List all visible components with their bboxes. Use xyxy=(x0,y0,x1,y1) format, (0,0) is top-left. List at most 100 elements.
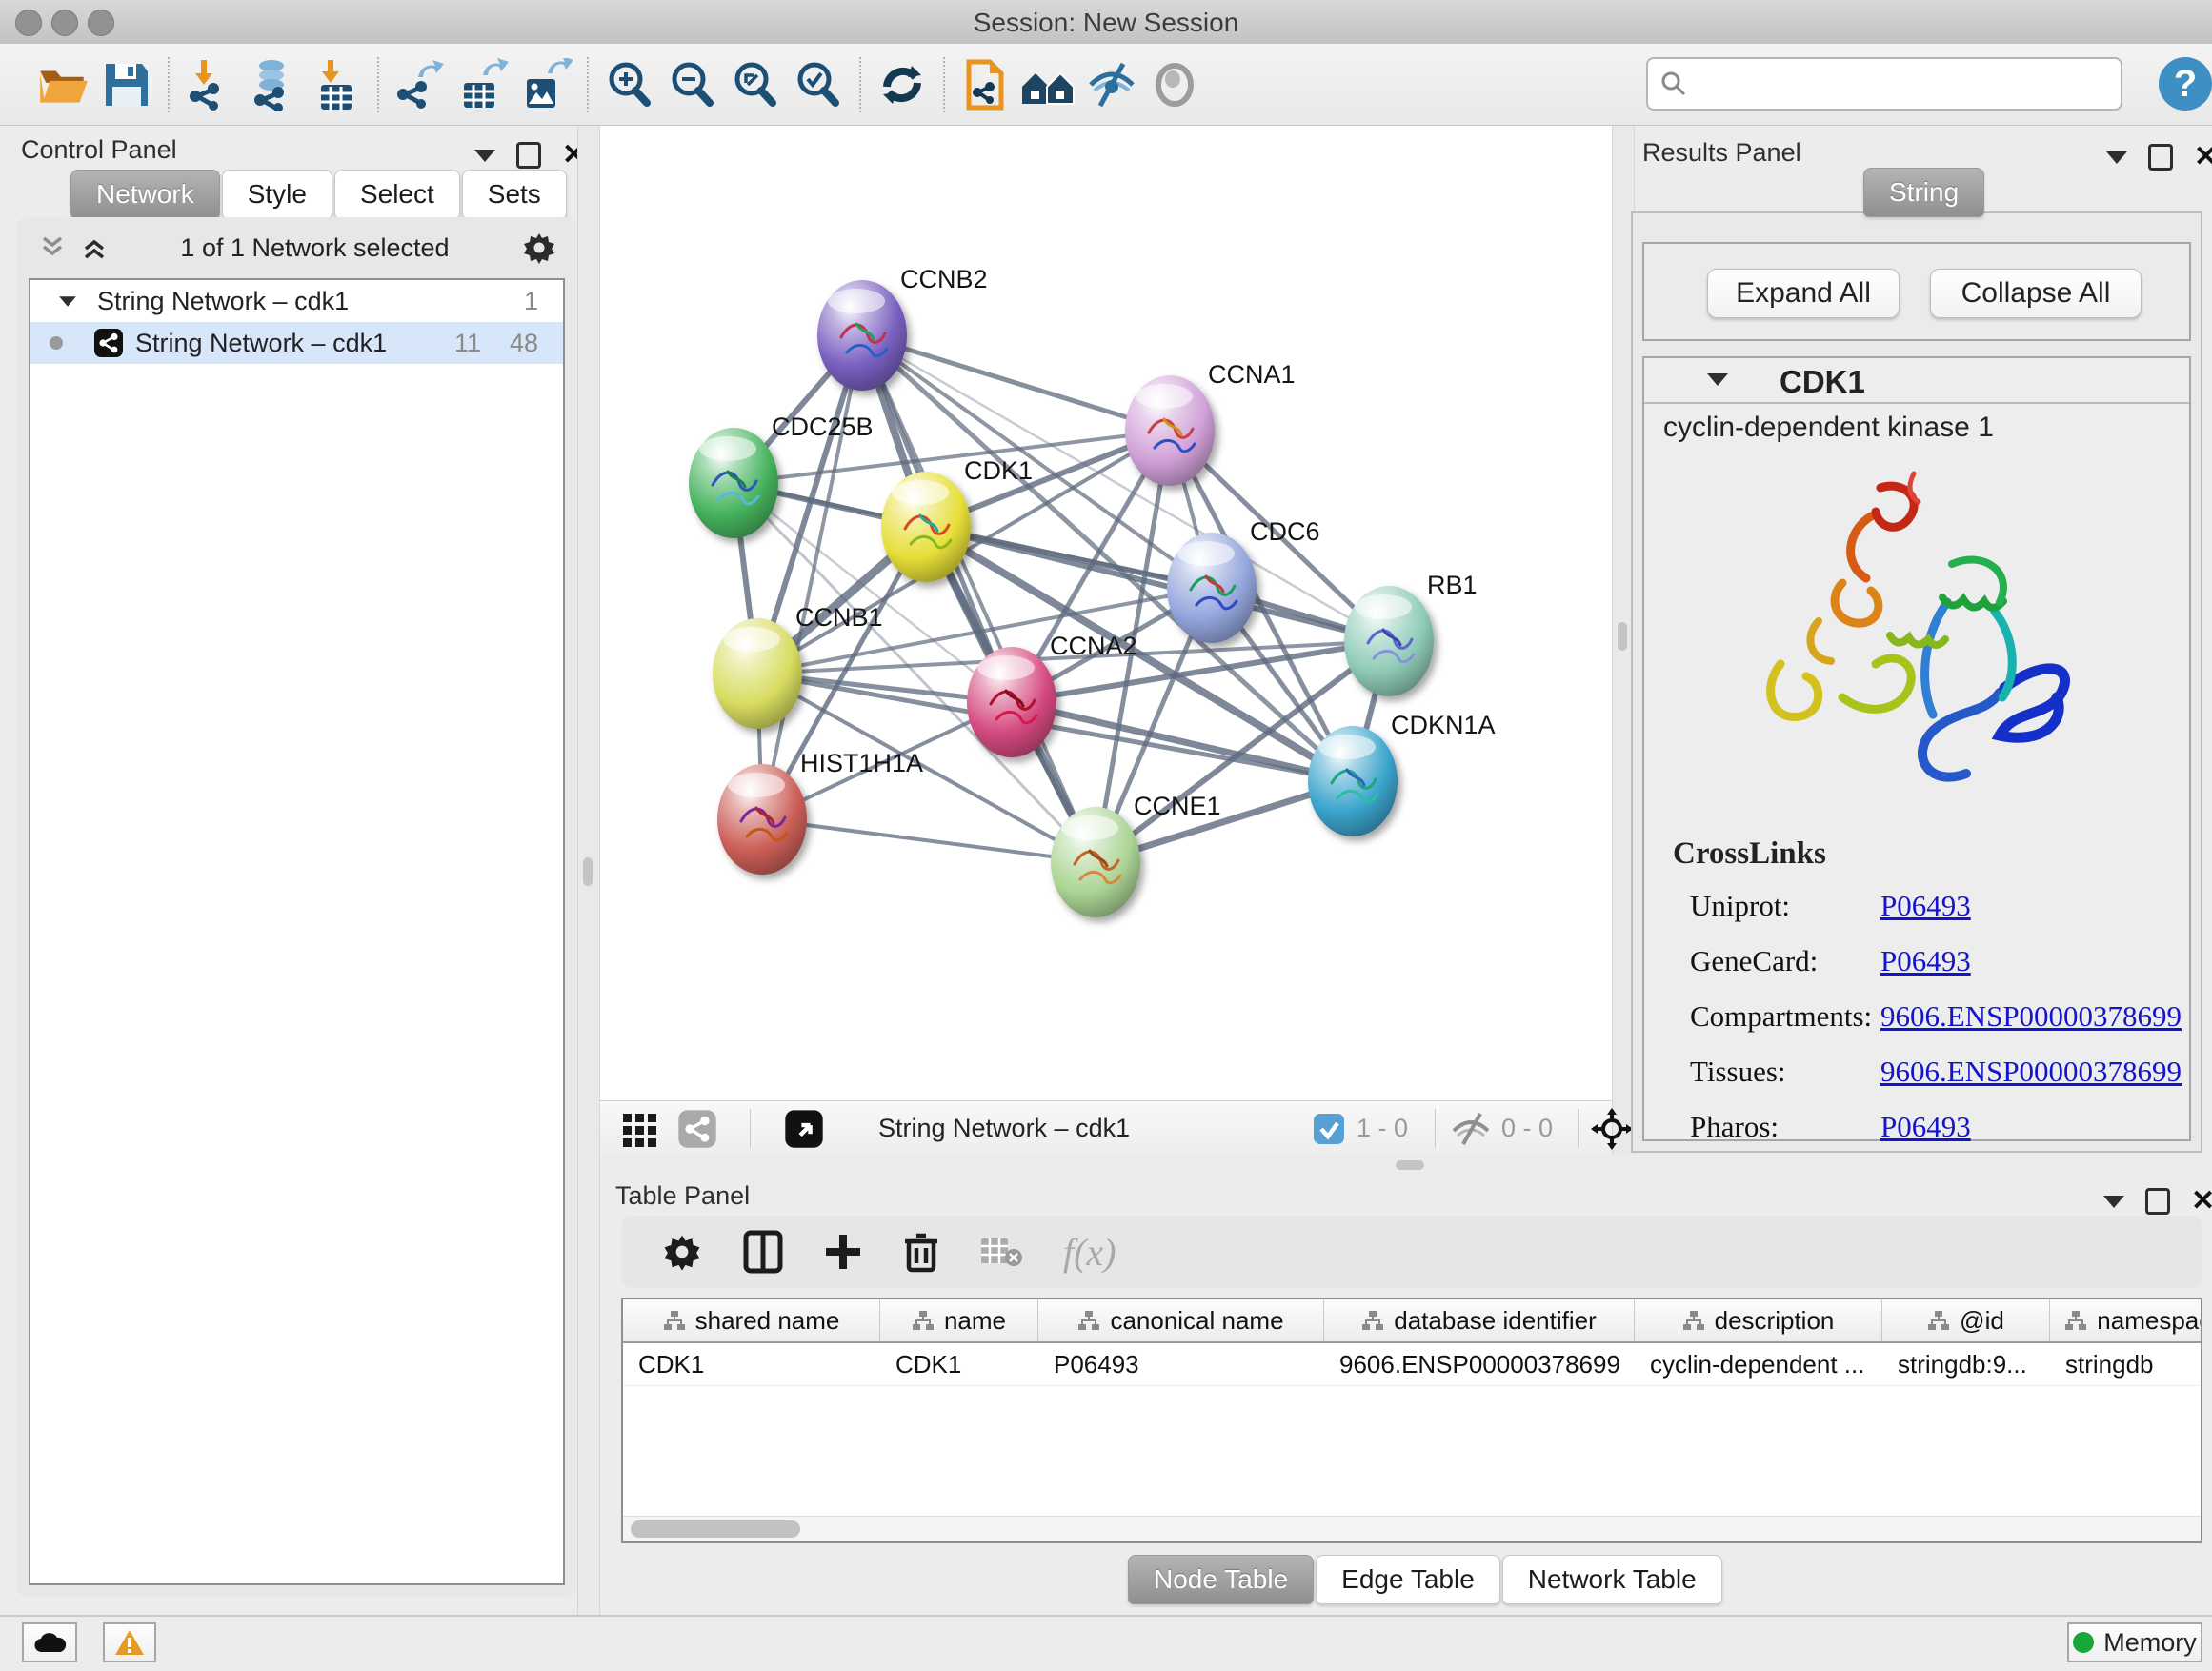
hide-selected-button[interactable] xyxy=(1080,53,1143,116)
network-row-selected[interactable]: String Network – cdk1 11 48 xyxy=(30,322,563,364)
gear-icon[interactable] xyxy=(521,230,557,266)
birdseye-view-icon[interactable] xyxy=(784,1109,824,1149)
search-input[interactable] xyxy=(1688,62,2121,106)
table-cell[interactable]: P06493 xyxy=(1038,1343,1324,1385)
export-table-button[interactable] xyxy=(452,53,514,116)
edge-CCNB2-HIST1H1A[interactable] xyxy=(762,335,862,819)
export-network-button[interactable] xyxy=(389,53,452,116)
zoom-out-button[interactable] xyxy=(661,53,724,116)
crosslink-link[interactable]: 9606.ENSP00000378699 xyxy=(1880,999,2182,1034)
zoom-selected-button[interactable] xyxy=(787,53,850,116)
crosslink-link[interactable]: P06493 xyxy=(1880,944,1971,978)
string-view-icon[interactable] xyxy=(677,1109,717,1149)
cloud-status-button[interactable] xyxy=(22,1622,77,1662)
export-image-button[interactable] xyxy=(514,53,577,116)
network-collection-row[interactable]: String Network – cdk1 1 xyxy=(30,280,563,322)
selected-count: 1 - 0 xyxy=(1357,1114,1408,1143)
node-CDC6[interactable]: CDC6 xyxy=(1167,517,1320,643)
collection-name: String Network – cdk1 xyxy=(97,287,349,316)
zoom-selected-icon xyxy=(792,58,845,111)
column-header-canonical-name[interactable]: canonical name xyxy=(1038,1299,1324,1341)
memory-button[interactable]: Memory xyxy=(2067,1622,2202,1662)
column-label: description xyxy=(1715,1306,1835,1336)
collapse-all-button[interactable]: Collapse All xyxy=(1930,269,2142,318)
float-panel-icon[interactable] xyxy=(2148,144,2173,171)
node-CCNE1[interactable]: CCNE1 xyxy=(1051,792,1221,917)
delete-column-icon[interactable] xyxy=(903,1230,939,1274)
help-button[interactable]: ? xyxy=(2159,57,2212,111)
edge-CCNB2-CCNA1[interactable] xyxy=(862,335,1170,431)
bottom-splitter-handle[interactable] xyxy=(1396,1160,1424,1170)
home-networks-button[interactable] xyxy=(1017,53,1080,116)
close-panel-icon[interactable]: ✕ xyxy=(2191,1187,2212,1216)
selected-checkbox-icon[interactable] xyxy=(1313,1113,1345,1145)
add-column-icon[interactable] xyxy=(823,1232,863,1272)
left-splitter-handle[interactable] xyxy=(583,857,593,886)
edge-CCNE1-HIST1H1A[interactable] xyxy=(762,819,1096,862)
tree-expander-icon[interactable] xyxy=(59,296,76,306)
node-CCNB1[interactable]: CCNB1 xyxy=(713,603,883,729)
close-panel-icon[interactable]: ✕ xyxy=(2194,143,2212,171)
show-hidden-button[interactable] xyxy=(1143,53,1206,116)
protein-description: cyclin-dependent kinase 1 xyxy=(1644,402,2189,450)
node-CDKN1A[interactable]: CDKN1A xyxy=(1308,711,1496,836)
table-cell[interactable]: CDK1 xyxy=(880,1343,1038,1385)
float-panel-icon[interactable] xyxy=(2145,1188,2170,1215)
select-columns-icon[interactable] xyxy=(743,1230,783,1274)
network-canvas[interactable]: CCNB2CCNA1CDC25BCDK1CDC6RB1CCNB1CCNA2CDK… xyxy=(600,126,1612,1100)
tab-network[interactable]: Network xyxy=(70,170,220,219)
tab-edge-table[interactable]: Edge Table xyxy=(1316,1555,1500,1604)
table-cell[interactable]: 9606.ENSP00000378699 xyxy=(1324,1343,1635,1385)
save-session-button[interactable] xyxy=(95,53,158,116)
node-label-CCNB2: CCNB2 xyxy=(900,265,988,293)
column-header-shared-name[interactable]: shared name xyxy=(623,1299,880,1341)
column-header-@id[interactable]: @id xyxy=(1882,1299,2050,1341)
tab-select[interactable]: Select xyxy=(334,170,460,219)
tab-sets[interactable]: Sets xyxy=(462,170,567,219)
panel-menu-icon[interactable] xyxy=(2106,151,2127,164)
table-cell[interactable]: CDK1 xyxy=(623,1343,880,1385)
refresh-button[interactable] xyxy=(871,53,934,116)
collapse-protein-icon[interactable] xyxy=(1707,373,1728,386)
import-table-button[interactable] xyxy=(305,53,368,116)
zoom-in-button[interactable] xyxy=(598,53,661,116)
node-RB1[interactable]: RB1 xyxy=(1344,571,1478,696)
edge-CCNB2-CCNE1[interactable] xyxy=(862,335,1096,862)
float-panel-icon[interactable] xyxy=(516,142,541,169)
import-network-file-button[interactable] xyxy=(179,53,242,116)
column-header-description[interactable]: description xyxy=(1635,1299,1882,1341)
table-cell[interactable]: stringdb xyxy=(2050,1343,2202,1385)
panel-menu-icon[interactable] xyxy=(2103,1196,2124,1208)
column-header-name[interactable]: name xyxy=(880,1299,1038,1341)
tab-style[interactable]: Style xyxy=(222,170,332,219)
gear-icon[interactable] xyxy=(661,1231,703,1273)
column-header-database-identifier[interactable]: database identifier xyxy=(1324,1299,1635,1341)
tab-network-table[interactable]: Network Table xyxy=(1502,1555,1722,1604)
collapse-all-tree-icon[interactable] xyxy=(38,234,67,261)
node-CDK1[interactable]: CDK1 xyxy=(881,456,1033,582)
tab-string[interactable]: String xyxy=(1863,168,1984,217)
import-network-database-button[interactable] xyxy=(242,53,305,116)
crosslink-link[interactable]: P06493 xyxy=(1880,1110,1971,1144)
panel-menu-icon[interactable] xyxy=(474,150,495,162)
zoom-fit-button[interactable] xyxy=(724,53,787,116)
network-edge-count: 48 xyxy=(510,329,538,358)
open-session-button[interactable] xyxy=(32,53,95,116)
grid-view-icon[interactable] xyxy=(621,1110,659,1148)
table-cell[interactable]: cyclin-dependent ... xyxy=(1635,1343,1882,1385)
column-header-namespace[interactable]: namespace xyxy=(2050,1299,2202,1341)
table-row[interactable]: CDK1CDK1P064939606.ENSP00000378699cyclin… xyxy=(623,1343,2201,1386)
expand-all-tree-icon[interactable] xyxy=(80,234,109,261)
node-HIST1H1A[interactable]: HIST1H1A xyxy=(717,749,923,875)
expand-all-button[interactable]: Expand All xyxy=(1707,269,1900,318)
crosslink-link[interactable]: 9606.ENSP00000378699 xyxy=(1880,1055,2182,1089)
scrollbar-thumb[interactable] xyxy=(631,1520,800,1538)
tab-node-table[interactable]: Node Table xyxy=(1128,1555,1314,1604)
crosslink-link[interactable]: P06493 xyxy=(1880,889,1971,923)
table-horizontal-scrollbar[interactable] xyxy=(623,1516,2201,1541)
table-cell[interactable]: stringdb:9... xyxy=(1882,1343,2050,1385)
warnings-button[interactable] xyxy=(103,1622,156,1662)
string-import-button[interactable] xyxy=(955,53,1017,116)
left-splitter[interactable] xyxy=(577,126,600,1615)
protein-card-header[interactable]: CDK1 xyxy=(1644,358,2189,402)
